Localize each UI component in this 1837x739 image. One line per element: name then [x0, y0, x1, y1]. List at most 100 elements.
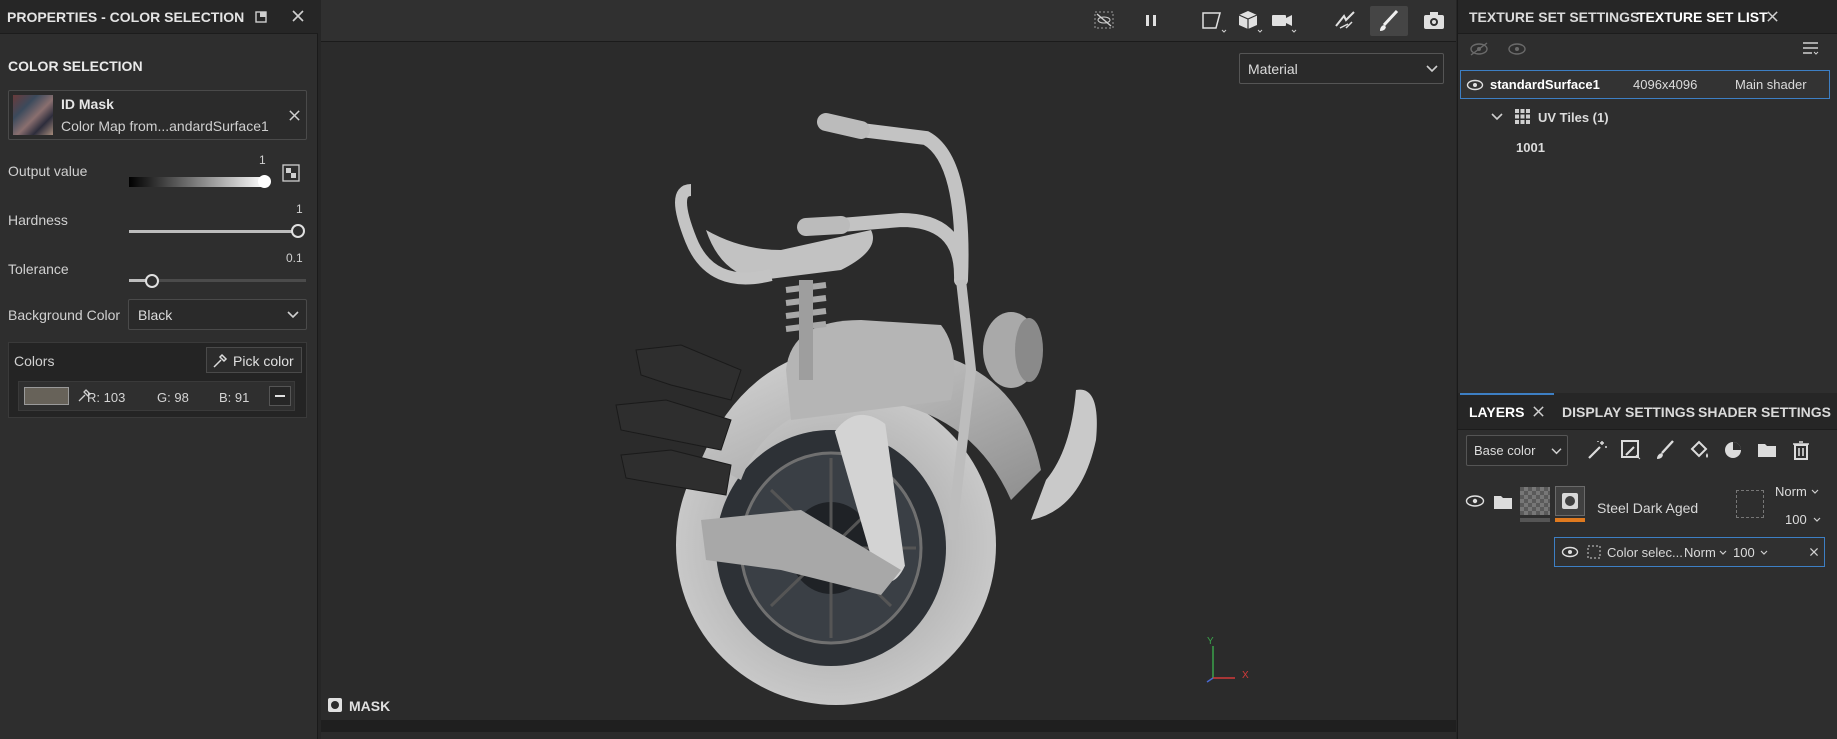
random-seed-icon[interactable] [282, 164, 300, 182]
tolerance-value: 0.1 [286, 251, 303, 265]
tab-texture-set-list[interactable]: TEXTURE SET LIST [1637, 9, 1768, 25]
channel-selected: Material [1248, 61, 1298, 77]
chevron-down-icon [1811, 489, 1819, 495]
effect-opacity[interactable]: 100 [1733, 545, 1755, 560]
output-value-number: 1 [259, 153, 266, 167]
output-value-slider-knob[interactable] [258, 175, 271, 188]
unicycle-3d-model[interactable] [541, 100, 1181, 720]
background-color-selected: Black [138, 307, 173, 323]
visibility-off-icon[interactable] [1087, 6, 1121, 36]
color-g-value: G: 98 [157, 390, 189, 405]
camera-icon[interactable] [1265, 6, 1299, 36]
eye-icon[interactable] [1466, 78, 1484, 92]
tab-display-settings[interactable]: DISPLAY SETTINGS [1562, 404, 1695, 420]
uv-tile-item[interactable]: 1001 [1516, 140, 1545, 155]
tab-layers[interactable]: LAYERS [1469, 404, 1525, 420]
selection-icon [1587, 545, 1601, 559]
hide-all-icon[interactable] [1469, 41, 1489, 57]
viewport-scrollbar[interactable] [321, 720, 1456, 732]
mask-thumbnail[interactable] [1555, 486, 1585, 516]
texture-set-row[interactable]: standardSurface1 4096x4096 Main shader [1460, 70, 1830, 99]
trash-icon[interactable] [1790, 439, 1812, 461]
background-color-dropdown[interactable]: Black [128, 299, 307, 330]
chevron-down-icon [1426, 64, 1438, 74]
layer-thumbnail-underline [1520, 518, 1550, 522]
close-icon[interactable] [1532, 405, 1545, 418]
layer-name: Steel Dark Aged [1597, 500, 1699, 516]
cube-icon[interactable] [1231, 6, 1265, 36]
remove-icon[interactable] [288, 109, 301, 122]
layer-opacity[interactable]: 100 [1785, 512, 1807, 527]
effect-blend-mode[interactable]: Norm [1684, 545, 1716, 560]
hardness-value: 1 [296, 202, 303, 216]
pause-icon[interactable] [1134, 6, 1168, 36]
remove-color-button[interactable] [269, 386, 291, 406]
texture-set-name: standardSurface1 [1490, 77, 1600, 92]
axis-x-label: X [1242, 670, 1249, 681]
undock-icon[interactable] [254, 10, 268, 24]
close-icon[interactable] [1809, 547, 1819, 557]
eyedropper-icon [211, 352, 229, 370]
texture-set-size: 4096x4096 [1633, 77, 1698, 92]
paint-layer-icon[interactable] [1654, 439, 1676, 461]
axis-y-label: Y [1207, 636, 1214, 647]
chevron-down-icon [1551, 447, 1562, 456]
layer-blend-mode[interactable]: Norm [1775, 484, 1807, 499]
hardness-slider-track[interactable] [129, 230, 299, 233]
tab-shader-settings[interactable]: SHADER SETTINGS [1698, 404, 1831, 420]
pick-color-label: Pick color [233, 353, 294, 369]
active-tab-indicator [1460, 393, 1554, 395]
close-icon[interactable] [291, 9, 305, 23]
hardness-slider-knob[interactable] [291, 224, 305, 238]
smart-material-icon[interactable] [1722, 439, 1744, 461]
folder-icon [1493, 494, 1513, 510]
mask-active-indicator [1555, 518, 1585, 522]
tolerance-label: Tolerance [8, 261, 69, 277]
effect-name: Color selec... [1607, 545, 1683, 560]
color-r-value: R: 103 [87, 390, 126, 405]
hardness-label: Hardness [8, 212, 68, 228]
properties-panel: PROPERTIES - COLOR SELECTION COLOR SELEC… [0, 0, 318, 739]
eye-icon[interactable] [1561, 546, 1579, 558]
viewport-toolbar [321, 0, 1456, 42]
chevron-down-icon[interactable] [1491, 112, 1503, 122]
layer-thumbnail [1520, 487, 1550, 515]
output-value-label: Output value [8, 163, 88, 179]
fill-layer-icon[interactable] [1688, 439, 1710, 461]
channel-dropdown[interactable]: Material [1239, 53, 1444, 84]
texture-set-tabbar: TEXTURE SET SETTINGS TEXTURE SET LIST [1458, 0, 1837, 34]
color-swatch[interactable] [24, 387, 69, 405]
channel-select[interactable]: Base color [1466, 435, 1568, 466]
chevron-down-icon [1813, 517, 1821, 523]
tolerance-slider-knob[interactable] [145, 274, 159, 288]
selection-icon[interactable] [1196, 6, 1230, 36]
eye-icon[interactable] [1465, 494, 1485, 508]
output-value-gradient[interactable] [129, 177, 266, 187]
colors-section: Colors Pick color R: 103 G: 98 B: 91 [8, 342, 307, 418]
panel-title: PROPERTIES - COLOR SELECTION [7, 9, 245, 25]
close-icon[interactable] [1766, 10, 1779, 23]
tab-texture-set-settings[interactable]: TEXTURE SET SETTINGS [1469, 9, 1639, 25]
minus-icon [275, 395, 285, 398]
panel-header: PROPERTIES - COLOR SELECTION [0, 0, 318, 34]
add-effect-icon[interactable] [1620, 439, 1642, 461]
chevron-down-icon [287, 310, 299, 320]
paintbrush-icon[interactable] [1370, 6, 1408, 36]
id-mask-subtitle: Color Map from...andardSurface1 [61, 118, 269, 134]
colors-label: Colors [14, 353, 55, 369]
background-color-label: Background Color [8, 307, 121, 323]
uv-tiles-label[interactable]: UV Tiles (1) [1538, 110, 1609, 125]
magic-wand-icon[interactable] [1586, 439, 1608, 461]
viewport[interactable]: Material Y X MASK [321, 0, 1456, 739]
color-entry[interactable]: R: 103 G: 98 B: 91 [18, 381, 295, 411]
color-selection-effect-row[interactable]: Color selec... Norm 100 [1554, 537, 1825, 567]
folder-icon[interactable] [1756, 439, 1778, 461]
pick-color-button[interactable]: Pick color [206, 347, 302, 373]
id-mask-card[interactable]: ID Mask Color Map from...andardSurface1 [8, 90, 307, 140]
list-menu-icon[interactable] [1802, 41, 1820, 57]
show-all-icon[interactable] [1507, 41, 1527, 57]
id-mask-thumbnail [13, 95, 53, 135]
screenshot-icon[interactable] [1417, 6, 1451, 36]
symmetry-icon[interactable] [1328, 6, 1362, 36]
mask-icon[interactable] [327, 697, 343, 713]
